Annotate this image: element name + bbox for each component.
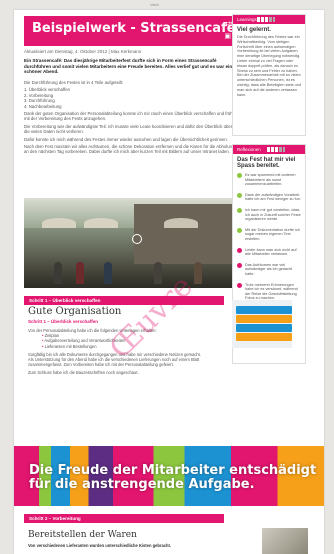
- page-title: Beispielwerk - Strassencafé: [32, 21, 236, 36]
- rating-bars-icon: [257, 17, 275, 22]
- share-icon[interactable]: ⇄: [225, 20, 231, 28]
- check-icon: [237, 192, 242, 198]
- learnings-header: Learnings: [233, 15, 305, 24]
- top-mark: Vach: [150, 2, 159, 7]
- section1-title: Gute Organisation: [28, 306, 122, 317]
- binders-photo: [232, 300, 292, 348]
- minus-icon: [237, 247, 242, 253]
- section2-text: Von verschiedenen Lieferanten wurden unt…: [28, 543, 172, 548]
- banner-text: Die Freude der Mitarbeiter entschädigt f…: [29, 463, 317, 492]
- body-line: Dank der guten Organisation der Personal…: [24, 111, 233, 122]
- body-line: Die Durchführung des Festes ist in 4 Tei…: [24, 80, 124, 85]
- intro-text: Ein Strassencafé: Das diesjährige Mitarb…: [24, 58, 233, 75]
- reflexion-item: Ich kann mir gut vorstellen, dass ich au…: [237, 207, 301, 222]
- reflexionen-title: Das Fest hat mir viel Spass bereitet.: [237, 157, 296, 169]
- rating-bars-icon: [267, 147, 285, 152]
- article-body: Die Durchführung des Festes ist in 4 Tei…: [24, 80, 237, 157]
- body-line: Dafür konnte ich mich während des Festes…: [24, 136, 228, 142]
- sidebar-learnings: Learnings Viel gelernt. Die Durchführung…: [232, 14, 306, 136]
- reflexion-item: Trotz mehrerer Erinnerungen habe ich es …: [237, 282, 301, 301]
- reflexionen-header: Reflexionen: [233, 145, 305, 154]
- learnings-text: Die Durchführung des Festes war ein Wirt…: [237, 35, 301, 97]
- section1-subtitle: Schritt 1 – Überblick verschaffen: [28, 319, 99, 324]
- section1-bar: Schritt 1 – Überblick verschaffen: [24, 296, 224, 305]
- section1-closing: Zum Schluss habe ich die Bauzeitschrifte…: [28, 370, 139, 376]
- check-icon: [237, 173, 242, 178]
- section2-title: Bereitstellen der Waren: [28, 530, 137, 540]
- reflexion-item: Mit der Dokumentation durfte ich sogar m…: [237, 227, 301, 242]
- section1-text: Von der Personalabteilung habe ich die f…: [28, 328, 206, 376]
- reflexion-item: Es war spannend mit anderen Mitarbeitern…: [237, 173, 301, 187]
- minus-icon: [237, 282, 242, 288]
- cafe-photo: [24, 198, 237, 288]
- learnings-title: Viel gelernt.: [237, 27, 271, 33]
- body-line: 4. Nachbearbeitung: [24, 103, 62, 109]
- minus-icon: [237, 262, 242, 268]
- check-icon: [237, 227, 242, 233]
- reflexion-item: Dank der aufwändigen Vorarbeit hatte ich…: [237, 192, 301, 202]
- check-icon: [237, 207, 242, 213]
- body-line: Nach dem Fest mussten wir alles Aufräume…: [24, 144, 235, 155]
- reflexion-item: Das Aufräumen war viel aufwändiger als i…: [237, 262, 301, 277]
- section1-paragraph: Sorgfältig bin ich alle Dokumente durchg…: [28, 351, 201, 368]
- article-meta: Aktualisiert am Dienstag, 4. Oktober 201…: [24, 49, 142, 54]
- body-line: Die Vorbereitung war der aufwändigste Te…: [24, 123, 233, 135]
- pdf-icon[interactable]: ▣: [224, 32, 231, 40]
- play-icon[interactable]: [132, 234, 142, 244]
- page-header: Beispielwerk - Strassencafé ⇄ ▣: [24, 16, 237, 46]
- goods-photo: [262, 528, 308, 554]
- list-item: Lieferanten mit Bestellungen: [42, 344, 206, 349]
- section2-bar: Schritt 2 – Vorbereitung: [24, 514, 224, 523]
- quote-banner: Die Freude der Mitarbeiter entschädigt f…: [14, 446, 324, 506]
- reflexion-item: Leider kann man sich nicht auf alle Mita…: [237, 247, 301, 257]
